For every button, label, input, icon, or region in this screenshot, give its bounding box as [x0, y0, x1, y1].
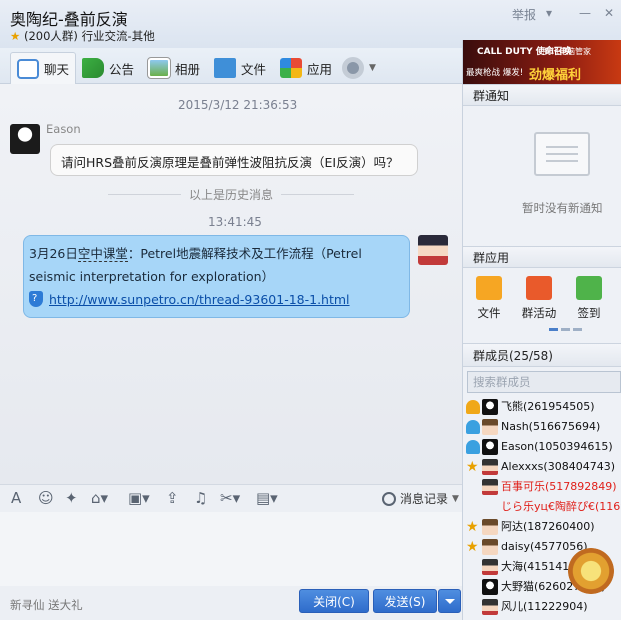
avatar[interactable] [10, 124, 40, 154]
owner-icon [466, 400, 480, 414]
upload-icon[interactable]: ⇪ [166, 489, 179, 507]
minimize-button[interactable]: — [579, 6, 591, 20]
chevron-down-icon: ▼ [452, 493, 459, 504]
member-item[interactable]: Nash(516675694) [463, 417, 621, 437]
more-tools-icon[interactable]: ▤▾ [256, 489, 278, 507]
member-item[interactable]: 飞熊(261954505) [463, 397, 621, 417]
avatar [482, 539, 498, 555]
checkmark-icon [576, 276, 602, 300]
bottom-bar: 新寻仙 送大礼 关闭(C) 发送(S) [0, 586, 462, 620]
avatar [482, 419, 498, 435]
app-file[interactable]: 文件 [469, 276, 509, 321]
magic-icon[interactable]: ✦ [65, 489, 78, 507]
close-window-button[interactable]: ✕ [604, 6, 614, 20]
sender-name: Eason [46, 122, 81, 136]
incoming-message: 请问HRS叠前反演原理是叠前弹性波阻抗反演（EI反演）吗？ [50, 144, 418, 176]
tab-label: 应用 [307, 61, 333, 77]
chat-history[interactable]: 2015/3/12 21:36:53 Eason 请问HRS叠前反演原理是叠前弹… [0, 84, 462, 484]
tab-label: 文件 [241, 61, 267, 77]
settings-menu[interactable]: ▼ [336, 52, 382, 84]
report-button[interactable]: 举报 [512, 6, 536, 23]
star-icon: ★ [10, 29, 21, 43]
font-icon[interactable]: A [11, 489, 21, 507]
member-item[interactable]: じら乐yц€陶醉ぴ€(1169 [463, 497, 621, 517]
tab-label: 聊天 [44, 62, 70, 77]
apps-header[interactable]: 群应用 [463, 246, 621, 268]
app-activity[interactable]: 群活动 [519, 276, 559, 321]
group-title: 奥陶纪-叠前反演 [10, 10, 128, 29]
tab-chat[interactable]: 聊天 [10, 52, 77, 84]
gift-icon[interactable]: ⌂▾ [91, 489, 108, 507]
member-item[interactable]: ★ 阿达(187260400) [463, 517, 621, 537]
avatar[interactable] [418, 235, 448, 265]
star-icon: ★ [466, 539, 479, 555]
message-link[interactable]: http://www.sunpetro.cn/thread-93601-18-1… [49, 292, 350, 307]
message-history-button[interactable]: 消息记录 ▼ [382, 490, 459, 507]
notice-header[interactable]: 群通知 [463, 84, 621, 106]
outgoing-message: 3月26日空中课堂：Petrel地震解释技术及工作流程（Petrel seism… [23, 235, 410, 318]
ad-banner[interactable]: CALL DUTY 使命召唤 腾讯电脑管家 最爽枪战 爆发! 劲爆福利 [463, 40, 621, 84]
tab-announcement[interactable]: 公告 [76, 52, 140, 84]
apps-icon [280, 58, 302, 78]
close-button[interactable]: 关闭(C) [299, 589, 369, 613]
ad-link[interactable]: 新寻仙 送大礼 [10, 597, 83, 613]
notice-board-icon [534, 132, 590, 176]
send-options-button[interactable] [438, 589, 461, 613]
group-member-count: (200人群) [23, 29, 78, 43]
members-header[interactable]: 群成员(25/58) [463, 343, 621, 367]
star-icon: ★ [466, 459, 479, 475]
app-checkin[interactable]: 签到 [569, 276, 609, 321]
input-toolbar: A ☺ ✦ ⌂▾ ▣▾ ⇪ ♫ ✂▾ ▤▾ 消息记录 ▼ [0, 484, 462, 512]
avatar [482, 519, 498, 535]
right-panel: CALL DUTY 使命召唤 腾讯电脑管家 最爽枪战 爆发! 劲爆福利 群通知 … [462, 40, 621, 620]
folder-icon [214, 58, 236, 78]
member-item[interactable]: 百事可乐(517892849) [463, 477, 621, 497]
send-button[interactable]: 发送(S) [373, 589, 437, 613]
tab-files[interactable]: 文件 [208, 52, 272, 84]
member-item[interactable]: Eason(1050394615) [463, 437, 621, 457]
image-icon[interactable]: ▣▾ [128, 489, 150, 507]
floating-widget-icon[interactable] [568, 548, 614, 594]
announcement-icon [82, 58, 104, 78]
emoji-icon[interactable]: ☺ [38, 489, 54, 507]
message-timestamp: 13:41:45 [208, 215, 262, 229]
avatar [482, 399, 498, 415]
tab-album[interactable]: 相册 [142, 52, 206, 84]
gear-icon [342, 57, 364, 79]
more-menu-button[interactable]: ▾ [546, 6, 552, 20]
tab-label: 相册 [175, 61, 201, 77]
message-input[interactable] [0, 512, 462, 586]
chevron-down-icon: ▼ [369, 63, 376, 73]
notice-empty-text: 暂时没有新通知 [522, 201, 603, 215]
avatar [482, 459, 498, 475]
avatar [482, 439, 498, 455]
admin-icon [466, 440, 480, 454]
tab-bar: 聊天 公告 相册 文件 应用 ▼ [0, 48, 462, 84]
avatar [482, 599, 498, 615]
member-item[interactable]: ★ Alexxxs(308404743) [463, 457, 621, 477]
history-divider: 以上是历史消息 [100, 186, 362, 202]
tab-label: 公告 [109, 61, 135, 77]
star-icon: ★ [466, 519, 479, 535]
member-search-input[interactable]: 搜索群成员 [467, 371, 621, 393]
member-item[interactable]: 风儿(11222904) [463, 597, 621, 617]
message-timestamp: 2015/3/12 21:36:53 [178, 98, 298, 112]
flag-icon [526, 276, 552, 300]
group-subtitle: ★ (200人群) 行业交流-其他 [10, 28, 155, 44]
avatar [482, 559, 498, 575]
message-tag: 空中课堂 [77, 246, 128, 262]
clock-icon [382, 491, 396, 506]
folder-icon [476, 276, 502, 300]
chat-icon [17, 58, 39, 79]
album-icon [147, 57, 171, 79]
tab-apps[interactable]: 应用 [274, 52, 338, 84]
screenshot-icon[interactable]: ✂▾ [220, 489, 240, 507]
shield-icon [29, 291, 43, 307]
music-icon[interactable]: ♫ [194, 489, 207, 507]
avatar [482, 579, 498, 595]
avatar [482, 479, 498, 495]
page-dots[interactable] [549, 328, 582, 331]
admin-icon [466, 420, 480, 434]
group-category: 行业交流-其他 [81, 29, 155, 43]
